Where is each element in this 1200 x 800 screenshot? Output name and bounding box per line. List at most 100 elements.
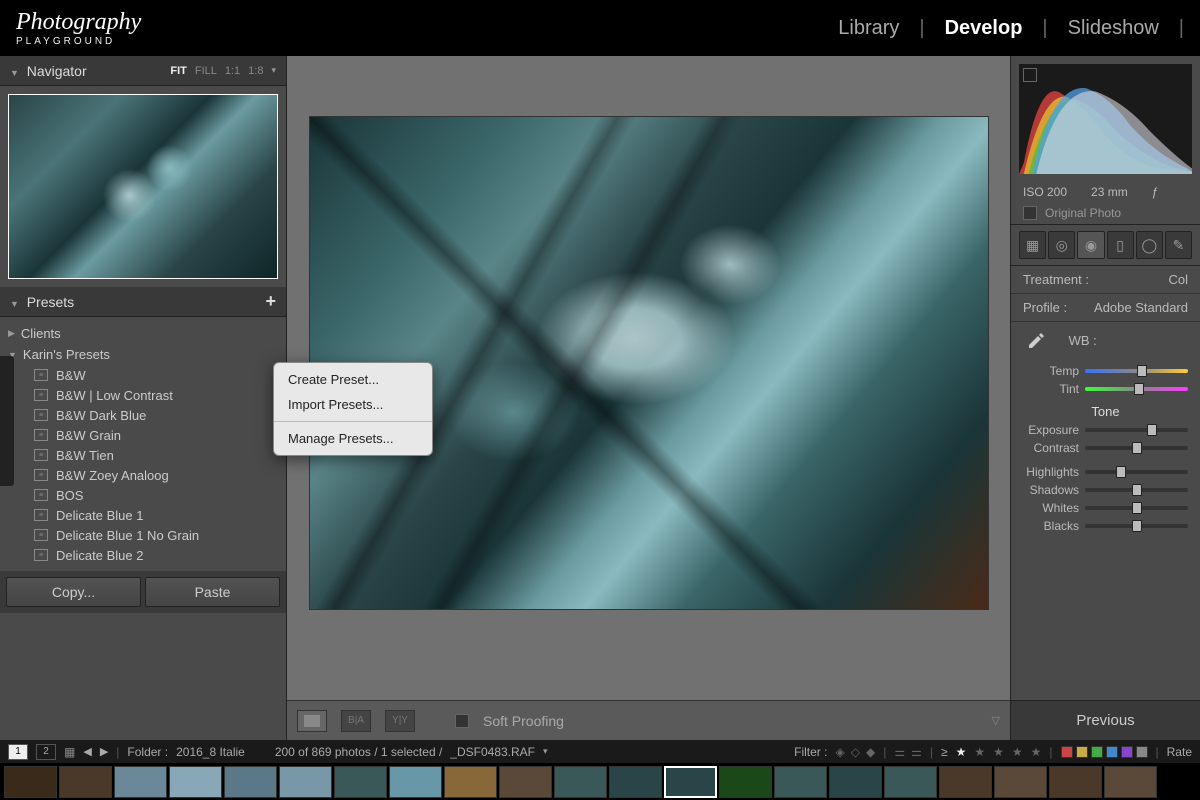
- preset-item[interactable]: ≡BOS: [8, 485, 278, 505]
- whites-slider[interactable]: [1085, 506, 1188, 510]
- star-3[interactable]: ★: [993, 745, 1004, 759]
- filename-dropdown-icon[interactable]: ▾: [543, 746, 548, 757]
- preset-item[interactable]: ≡Delicate Blue 1 No Grain: [8, 525, 278, 545]
- rate-label[interactable]: Rate: [1167, 745, 1192, 759]
- redeye-tool[interactable]: ◉: [1077, 231, 1104, 259]
- filmstrip-thumbnail[interactable]: [1104, 766, 1157, 798]
- folder-name[interactable]: 2016_8 Italie: [176, 745, 245, 759]
- color-chip[interactable]: [1106, 746, 1118, 758]
- grid-icon[interactable]: ▦: [64, 745, 75, 759]
- exposure-slider[interactable]: [1085, 428, 1188, 432]
- import-presets-item[interactable]: Import Presets...: [274, 392, 432, 417]
- highlights-slider[interactable]: [1085, 470, 1188, 474]
- copy-button[interactable]: Copy...: [6, 577, 141, 607]
- preset-item[interactable]: ≡B&W | Low Contrast: [8, 385, 278, 405]
- prev-icon[interactable]: ◀: [83, 745, 91, 758]
- preset-item[interactable]: ≡B&W Tien: [8, 445, 278, 465]
- flag-rejected-icon[interactable]: ◆: [866, 745, 875, 759]
- filmstrip-thumbnail[interactable]: [4, 766, 57, 798]
- treatment-value[interactable]: Col: [1168, 272, 1188, 287]
- paste-button[interactable]: Paste: [145, 577, 280, 607]
- star-5[interactable]: ★: [1031, 745, 1042, 759]
- preset-item[interactable]: ≡B&W Dark Blue: [8, 405, 278, 425]
- filmstrip-thumbnail[interactable]: [774, 766, 827, 798]
- color-chip[interactable]: [1091, 746, 1103, 758]
- zoom-dropdown-icon[interactable]: ▾: [271, 65, 276, 77]
- profile-value[interactable]: Adobe Standard: [1094, 300, 1188, 315]
- filmstrip-thumbnail[interactable]: [59, 766, 112, 798]
- crop-tool[interactable]: ▦: [1019, 231, 1046, 259]
- slider-icon[interactable]: ⚌: [911, 745, 922, 759]
- filmstrip[interactable]: [0, 763, 1200, 800]
- zoom-fill[interactable]: FILL: [195, 65, 217, 77]
- star-1[interactable]: ★: [956, 745, 967, 759]
- preset-folder-clients[interactable]: ▶ Clients: [8, 323, 278, 344]
- shadows-slider[interactable]: [1085, 488, 1188, 492]
- filmstrip-thumbnail[interactable]: [499, 766, 552, 798]
- filmstrip-thumbnail[interactable]: [719, 766, 772, 798]
- star-2[interactable]: ★: [974, 745, 985, 759]
- filmstrip-thumbnail[interactable]: [664, 766, 717, 798]
- temp-slider[interactable]: [1085, 369, 1188, 373]
- create-preset-item[interactable]: Create Preset...: [274, 367, 432, 392]
- filmstrip-thumbnail[interactable]: [994, 766, 1047, 798]
- navigator-thumbnail[interactable]: [8, 94, 278, 279]
- histogram[interactable]: [1019, 64, 1192, 174]
- color-chip[interactable]: [1061, 746, 1073, 758]
- original-photo-row[interactable]: Original Photo: [1011, 202, 1200, 224]
- filmstrip-thumbnail[interactable]: [334, 766, 387, 798]
- module-slideshow[interactable]: Slideshow: [1048, 17, 1179, 40]
- slider-icon[interactable]: ⚌: [894, 745, 905, 759]
- previous-button[interactable]: Previous: [1011, 700, 1200, 740]
- filmstrip-thumbnail[interactable]: [609, 766, 662, 798]
- before-after-button[interactable]: B|A: [341, 710, 371, 732]
- preset-item[interactable]: ≡B&W Zoey Analoog: [8, 465, 278, 485]
- color-chip[interactable]: [1076, 746, 1088, 758]
- preset-item[interactable]: ≡B&W: [8, 365, 278, 385]
- blacks-slider[interactable]: [1085, 524, 1188, 528]
- filmstrip-thumbnail[interactable]: [169, 766, 222, 798]
- contrast-slider[interactable]: [1085, 446, 1188, 450]
- navigator-header[interactable]: ▼ Navigator FIT FILL 1:1 1:8 ▾: [0, 56, 286, 86]
- loupe-view-button[interactable]: [297, 710, 327, 732]
- zoom-1-1[interactable]: 1:1: [225, 65, 240, 77]
- original-checkbox[interactable]: [1023, 206, 1037, 220]
- rating-gte[interactable]: ≥: [941, 745, 948, 759]
- panel-collapse-handle[interactable]: [0, 356, 14, 486]
- soft-proofing-checkbox[interactable]: [455, 714, 469, 728]
- filmstrip-thumbnail[interactable]: [554, 766, 607, 798]
- next-icon[interactable]: ▶: [100, 745, 108, 758]
- filmstrip-thumbnail[interactable]: [444, 766, 497, 798]
- filmstrip-thumbnail[interactable]: [279, 766, 332, 798]
- manage-presets-item[interactable]: Manage Presets...: [274, 426, 432, 451]
- eyedropper-icon[interactable]: [1023, 330, 1047, 354]
- module-develop[interactable]: Develop: [925, 17, 1043, 40]
- spot-tool[interactable]: ◎: [1048, 231, 1075, 259]
- filmstrip-thumbnail[interactable]: [884, 766, 937, 798]
- page-1-button[interactable]: 1: [8, 744, 28, 760]
- preset-folder-karins[interactable]: ▼ Karin's Presets: [8, 344, 278, 365]
- flag-unflagged-icon[interactable]: ◇: [851, 745, 860, 759]
- zoom-fit[interactable]: FIT: [170, 65, 187, 77]
- zoom-1-8[interactable]: 1:8: [248, 65, 263, 77]
- page-2-button[interactable]: 2: [36, 744, 56, 760]
- color-chip[interactable]: [1121, 746, 1133, 758]
- add-preset-button[interactable]: +: [265, 291, 276, 312]
- preset-item[interactable]: ≡Delicate Blue 2: [8, 545, 278, 565]
- compare-view-button[interactable]: Y|Y: [385, 710, 415, 732]
- radial-tool[interactable]: ◯: [1136, 231, 1163, 259]
- filmstrip-thumbnail[interactable]: [1049, 766, 1102, 798]
- preset-item[interactable]: ≡Delicate Blue 1: [8, 505, 278, 525]
- tint-slider[interactable]: [1085, 387, 1188, 391]
- filmstrip-thumbnail[interactable]: [389, 766, 442, 798]
- filmstrip-thumbnail[interactable]: [224, 766, 277, 798]
- star-4[interactable]: ★: [1012, 745, 1023, 759]
- preset-item[interactable]: ≡B&W Grain: [8, 425, 278, 445]
- color-chip[interactable]: [1136, 746, 1148, 758]
- brush-tool[interactable]: ✎: [1165, 231, 1192, 259]
- module-library[interactable]: Library: [818, 17, 919, 40]
- presets-header[interactable]: ▼ Presets +: [0, 287, 286, 317]
- shadow-clipping-toggle[interactable]: [1023, 68, 1037, 82]
- gradient-tool[interactable]: ▯: [1107, 231, 1134, 259]
- toolbar-options-icon[interactable]: ▽: [992, 714, 1000, 727]
